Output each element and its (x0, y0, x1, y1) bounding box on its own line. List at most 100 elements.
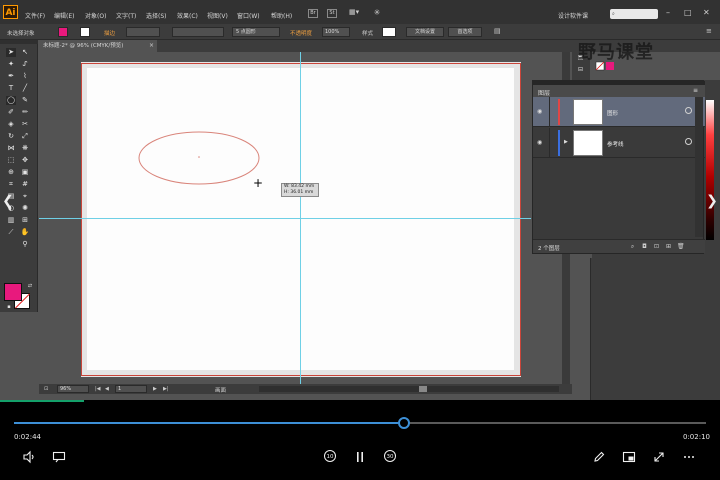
symbol-sprayer-tool-icon[interactable]: ✺ (20, 204, 30, 213)
layer-target-icon[interactable] (685, 107, 692, 114)
search-layer-icon[interactable]: ⌕ (629, 243, 636, 250)
document-setup-button[interactable]: 文档设置 (406, 27, 444, 37)
close-button[interactable]: ✕ (703, 8, 710, 17)
pen-tool-icon[interactable]: ✒ (6, 72, 16, 81)
layer-row[interactable]: ◉ ▶ 参考线 (533, 128, 705, 158)
lock-column[interactable] (549, 128, 550, 158)
curvature-tool-icon[interactable]: ⌇ (20, 72, 30, 81)
visibility-eye-icon[interactable]: ◉ (537, 108, 542, 115)
pen-annotate-icon[interactable] (592, 450, 606, 464)
column-graph-tool-icon[interactable]: ▥ (6, 216, 16, 225)
default-fill-stroke-icon[interactable]: ▪ (4, 303, 14, 312)
grid-arrange-icon[interactable]: ▦▾ (349, 9, 359, 18)
last-artboard-icon[interactable]: ▶| (163, 385, 169, 393)
visibility-eye-icon[interactable]: ◉ (537, 139, 542, 146)
volume-icon[interactable] (22, 450, 36, 464)
line-segment-tool-icon[interactable]: ╱ (20, 84, 30, 93)
swap-fill-stroke-icon[interactable]: ⇄ (25, 282, 35, 291)
menu-window[interactable]: 窗口(W) (237, 11, 260, 20)
width-tool-icon[interactable]: ⋈ (6, 144, 16, 153)
gpu-performance-icon[interactable]: ✳ (372, 9, 382, 18)
stock-icon[interactable]: St (327, 9, 337, 18)
make-clipping-mask-icon[interactable]: ◘ (641, 243, 648, 250)
next-artboard-icon[interactable]: ▶ (153, 385, 157, 393)
arrange-documents-icon[interactable]: ▤ (494, 27, 501, 35)
live-paint-tool-icon[interactable]: ▣ (20, 168, 30, 177)
free-transform-tool-icon[interactable]: ⬚ (6, 156, 16, 165)
paintbrush-tool-icon[interactable]: ✎ (20, 96, 30, 105)
expand-arrow-icon[interactable]: ▶ (564, 139, 568, 145)
lasso-tool-icon[interactable]: ᔑ (20, 60, 30, 69)
toolbox-grip[interactable] (0, 40, 38, 44)
artboard-tool-icon[interactable]: ⊞ (20, 216, 30, 225)
skip-forward-button[interactable]: 30 (382, 450, 398, 464)
opacity-field[interactable]: 100% (322, 27, 350, 37)
zoom-toggle-icon[interactable]: ⊡ (44, 385, 48, 393)
stroke-color-swatch[interactable] (80, 27, 90, 37)
fullscreen-icon[interactable] (652, 450, 666, 464)
search-input[interactable]: ⌕ (610, 9, 658, 19)
fill-color-icon[interactable] (4, 283, 22, 301)
puppet-warp-tool-icon[interactable]: ✥ (20, 156, 30, 165)
layer-row[interactable]: ◉ 图形 (533, 97, 705, 127)
eyedropper-tool-icon[interactable]: ⌖ (20, 192, 30, 201)
layers-panel-title[interactable]: 图层 (538, 88, 550, 97)
stroke-weight-field[interactable] (126, 27, 160, 37)
eraser-tool-icon[interactable]: ◈ (6, 120, 16, 129)
pause-icon[interactable] (353, 450, 367, 464)
scale-tool-icon[interactable]: ⤢ (20, 132, 30, 141)
skip-back-button[interactable]: 10 (322, 450, 338, 464)
menu-object[interactable]: 对象(O) (85, 11, 106, 20)
layer-target-icon[interactable] (685, 138, 692, 145)
layer-name[interactable]: 图形 (607, 109, 618, 117)
layers-menu-icon[interactable]: ≡ (693, 87, 698, 94)
color-spectrum[interactable] (706, 100, 714, 240)
next-arrow-icon[interactable]: ❯ (706, 190, 718, 212)
menu-file[interactable]: 文件(F) (25, 11, 45, 20)
previous-arrow-icon[interactable]: ❮ (2, 190, 14, 212)
previous-artboard-icon[interactable]: ◀ (105, 385, 109, 393)
magic-wand-tool-icon[interactable]: ✦ (6, 60, 16, 69)
panel-menu-icon[interactable]: ≡ (706, 27, 712, 35)
menu-type[interactable]: 文字(T) (116, 11, 136, 20)
shaper-tool-icon[interactable]: ✐ (6, 108, 16, 117)
layers-scrollbar[interactable] (695, 97, 703, 237)
brush-definition-dropdown[interactable]: 5 点圆形 (232, 27, 280, 37)
rotate-tool-icon[interactable]: ↻ (6, 132, 16, 141)
artboard-number-field[interactable]: 1 (115, 385, 147, 393)
status-label[interactable]: 画面 (215, 386, 226, 394)
menu-edit[interactable]: 编辑(E) (54, 11, 74, 20)
delete-layer-icon[interactable]: 🗑 (677, 243, 685, 250)
horizontal-scrollbar[interactable] (259, 386, 559, 392)
ellipse-tool-icon[interactable]: ◯ (6, 96, 16, 105)
shape-builder-tool-icon[interactable]: ⊕ (6, 168, 16, 177)
minimize-button[interactable]: – (666, 8, 670, 17)
menu-help[interactable]: 帮助(H) (271, 11, 292, 20)
workspace-switcher[interactable]: 设计软件课 (558, 11, 588, 20)
horizontal-guide[interactable] (39, 218, 531, 219)
slice-tool-icon[interactable]: ⟋ (6, 228, 16, 237)
mesh-tool-icon[interactable]: # (20, 180, 30, 189)
type-tool-icon[interactable]: T (6, 84, 16, 93)
new-sublayer-icon[interactable]: ⊡ (653, 243, 660, 250)
timeline-track[interactable] (14, 417, 706, 429)
horizontal-scroll-thumb[interactable] (419, 386, 427, 392)
menu-effect[interactable]: 效果(C) (177, 11, 198, 20)
stroke-label[interactable]: 描边 (104, 29, 115, 37)
timeline-thumb[interactable] (398, 417, 411, 429)
direct-selection-tool-icon[interactable]: ↖ (20, 48, 30, 57)
new-layer-icon[interactable]: ⊞ (665, 243, 672, 250)
bridge-icon[interactable]: Br (308, 9, 318, 18)
warp-tool-icon[interactable]: ❋ (20, 144, 30, 153)
zoom-tool-icon[interactable]: ⚲ (20, 240, 30, 249)
maximize-button[interactable]: □ (684, 8, 692, 17)
miniplayer-icon[interactable] (622, 450, 636, 464)
first-artboard-icon[interactable]: |◀ (95, 385, 101, 393)
graphic-style-swatch[interactable] (382, 27, 396, 37)
lock-column[interactable] (549, 97, 550, 127)
hand-tool-icon[interactable]: ✋ (20, 228, 30, 237)
libraries-icon[interactable]: ⊟ (576, 66, 585, 74)
fill-color-swatch[interactable] (58, 27, 68, 37)
layer-name[interactable]: 参考线 (607, 140, 624, 148)
variable-width-profile-dropdown[interactable] (172, 27, 224, 37)
